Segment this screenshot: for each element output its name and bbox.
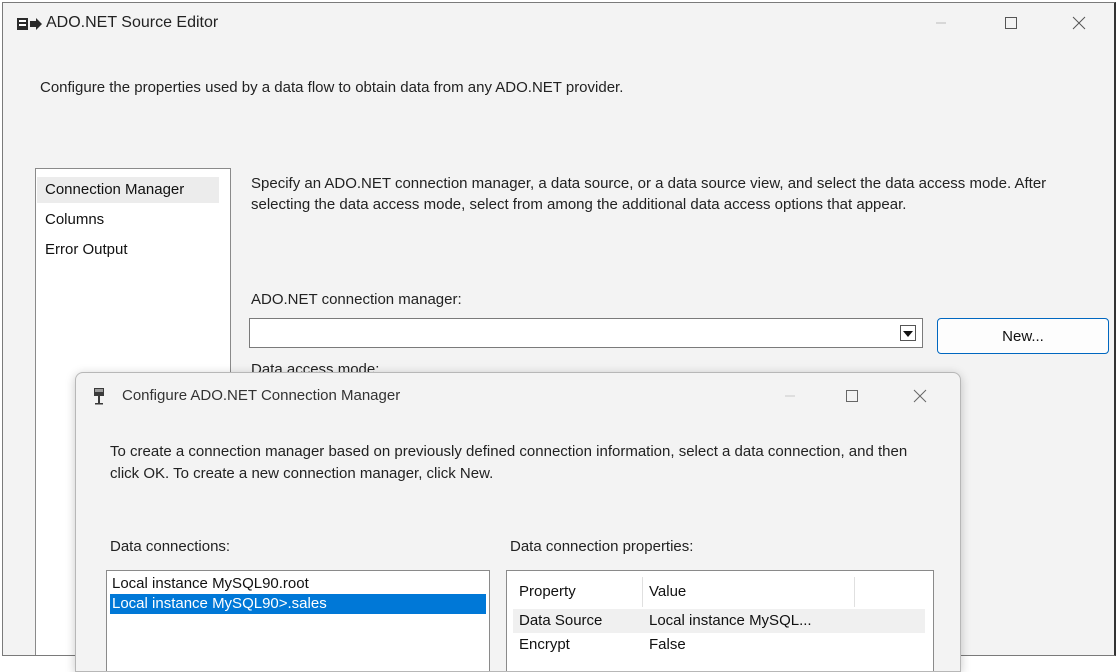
table-row: Encrypt False (513, 633, 925, 657)
connection-properties-grid: Property Value Data Source Local instanc… (506, 570, 934, 671)
ado-source-icon (17, 18, 42, 30)
close-icon (913, 389, 927, 403)
dialog-maximize-button[interactable] (832, 381, 872, 411)
maximize-icon (1005, 17, 1017, 29)
list-item[interactable]: Local instance MySQL90.root (110, 574, 486, 594)
nav-item-connection-manager[interactable]: Connection Manager (37, 177, 219, 203)
property-name: Data Source (519, 612, 603, 629)
maximize-icon (846, 390, 858, 402)
column-header-value: Value (643, 577, 855, 607)
window-title: ADO.NET Source Editor (46, 14, 219, 31)
data-connection-properties-label: Data connection properties: (510, 538, 694, 555)
window-description: Configure the properties used by a data … (40, 79, 624, 96)
property-value: False (649, 636, 686, 653)
maximize-button[interactable] (988, 3, 1034, 43)
connection-manager-combobox[interactable] (249, 318, 923, 348)
nav-item-error-output[interactable]: Error Output (37, 237, 128, 263)
table-row: Data Source Local instance MySQL... (513, 609, 925, 633)
connection-manager-description: Specify an ADO.NET connection manager, a… (251, 175, 1047, 213)
close-button[interactable] (1056, 3, 1102, 43)
minimize-icon (936, 22, 946, 24)
data-connections-label: Data connections: (110, 538, 231, 555)
grid-header: Property Value (513, 577, 925, 607)
dropdown-arrow-icon[interactable] (900, 325, 916, 341)
configure-connection-manager-dialog: Configure ADO.NET Connection Manager To … (75, 372, 961, 672)
dialog-close-button[interactable] (900, 381, 940, 411)
close-icon (1072, 16, 1086, 30)
connection-plug-icon (94, 388, 104, 405)
list-item-selected[interactable]: Local instance MySQL90>.sales (110, 594, 486, 614)
data-connections-list[interactable]: Local instance MySQL90.root Local instan… (106, 570, 490, 671)
minimize-button[interactable] (918, 3, 964, 43)
property-name: Encrypt (519, 636, 570, 653)
dialog-minimize-button[interactable] (770, 381, 810, 411)
minimize-icon (785, 395, 795, 397)
connection-manager-label: ADO.NET connection manager: (251, 291, 462, 308)
dialog-title: Configure ADO.NET Connection Manager (122, 387, 401, 404)
property-value: Local instance MySQL... (649, 612, 812, 629)
column-header-property: Property (513, 577, 643, 607)
title-bar: ADO.NET Source Editor (3, 3, 1114, 43)
dialog-description: To create a connection manager based on … (110, 443, 908, 482)
nav-item-columns[interactable]: Columns (37, 207, 104, 233)
new-connection-button[interactable]: New... (937, 318, 1109, 354)
